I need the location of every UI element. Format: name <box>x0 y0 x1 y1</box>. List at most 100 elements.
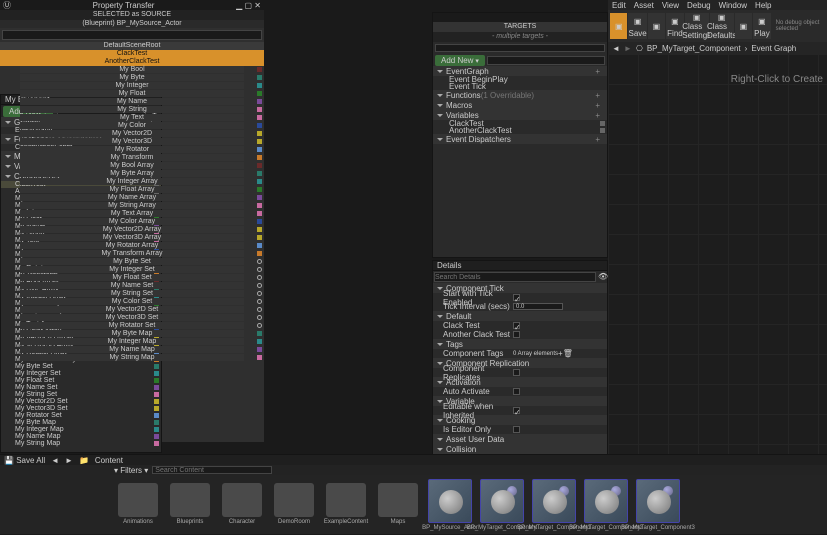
transfer-item[interactable]: My Integer Set <box>20 266 244 273</box>
transfer-item[interactable]: My Integer Map <box>20 338 244 345</box>
transfer-item[interactable]: My Color Set <box>20 298 244 305</box>
transfer-item[interactable]: My Float <box>20 90 244 97</box>
toolbar-simulation[interactable]: ▣ <box>735 13 752 39</box>
details-search[interactable] <box>434 272 596 282</box>
details-group-collision[interactable]: Collision <box>433 444 607 454</box>
variable-row[interactable]: My Byte Set <box>1 363 161 370</box>
transfer-item[interactable]: My Name Set <box>20 282 244 289</box>
variable-row[interactable]: My Float Set <box>1 377 161 384</box>
transfer-item[interactable]: My String Array <box>20 202 244 209</box>
menu-help[interactable]: Help <box>755 1 771 10</box>
target-section-event-dispatchers[interactable]: Event Dispatchers+ <box>433 134 607 144</box>
variable-row[interactable]: My Rotator Set <box>1 412 161 419</box>
transfer-item[interactable]: My Byte <box>20 74 244 81</box>
asset-item[interactable]: BP_MyTarget_Component3 <box>634 479 682 531</box>
target-section-functions[interactable]: Functions (1 Overridable)+ <box>433 90 607 100</box>
transfer-item[interactable]: My Vector2D Array <box>20 226 244 233</box>
transfer-group[interactable]: DefaultSceneRoot <box>0 42 264 50</box>
breadcrumb-graph[interactable]: Event Graph <box>751 44 796 53</box>
content-path[interactable]: Content <box>95 456 123 465</box>
path-fwd-icon[interactable]: ► <box>65 456 73 465</box>
toolbar-browse[interactable]: ▣ <box>648 13 665 39</box>
folder-demoroom[interactable]: DemoRoom <box>270 479 318 531</box>
fwd-icon[interactable]: ► <box>624 44 632 53</box>
details-group-tags[interactable]: Tags <box>433 339 607 349</box>
transfer-item[interactable]: My Text Array <box>20 210 244 217</box>
maximize-icon[interactable]: ▢ <box>244 1 252 10</box>
transfer-item[interactable]: My Vector2D <box>20 130 244 137</box>
eye-icon[interactable]: 👁 <box>598 272 606 280</box>
transfer-item[interactable]: My Vector3D Array <box>20 234 244 241</box>
transfer-item[interactable]: My Transform Array <box>20 250 244 257</box>
folder-examplecontent[interactable]: ExampleContent <box>322 479 370 531</box>
transfer-item[interactable]: My Vector3D Set <box>20 314 244 321</box>
target-item[interactable]: AnotherClackTest <box>433 127 607 134</box>
folder-animations[interactable]: Animations <box>114 479 162 531</box>
transfer-item[interactable]: My Bool Array <box>20 162 244 169</box>
variable-row[interactable]: My String Map <box>1 440 161 447</box>
variable-row[interactable]: My Vector3D Set <box>1 405 161 412</box>
target-search[interactable] <box>435 44 605 52</box>
target-section-macros[interactable]: Macros+ <box>433 100 607 110</box>
asset-item[interactable]: BP_MySource_Actor <box>426 479 474 531</box>
transfer-item[interactable]: My Integer <box>20 82 244 89</box>
back-icon[interactable]: ◄ <box>612 44 620 53</box>
toolbar-find[interactable]: ▣Find <box>666 13 683 39</box>
transfer-group[interactable]: AnotherClackTest <box>0 58 264 66</box>
variable-row[interactable]: My Integer Map <box>1 426 161 433</box>
dropdown[interactable]: 0.0 <box>513 303 563 310</box>
checkbox[interactable] <box>513 426 520 433</box>
variable-row[interactable]: My Byte Map <box>1 419 161 426</box>
transfer-item[interactable]: My Name Map <box>20 346 244 353</box>
transfer-item[interactable]: My Float Set <box>20 274 244 281</box>
details-group-default[interactable]: Default <box>433 311 607 321</box>
variable-row[interactable]: My Vector2D Set <box>1 398 161 405</box>
transfer-item[interactable]: My Color Array <box>20 218 244 225</box>
toolbar-class-defaults[interactable]: ▣Class Defaults <box>710 13 734 39</box>
transfer-item[interactable]: My String Map <box>20 354 244 361</box>
menu-edit[interactable]: Edit <box>612 1 626 10</box>
transfer-item[interactable]: My Integer Array <box>20 178 244 185</box>
transfer-item[interactable]: My Text <box>20 114 244 121</box>
transfer-item[interactable]: My Rotator Set <box>20 322 244 329</box>
filters-button[interactable]: ▾ Filters ▾ <box>114 466 148 475</box>
transfer-group[interactable]: ClackTest <box>0 50 264 58</box>
details-tab[interactable]: Details <box>433 261 607 271</box>
details-group-activation[interactable]: Activation <box>433 377 607 387</box>
toolbar-play[interactable]: ▣Play <box>753 13 770 39</box>
menu-asset[interactable]: Asset <box>634 1 654 10</box>
close-icon[interactable]: ✕ <box>254 1 261 10</box>
menu-window[interactable]: Window <box>719 1 747 10</box>
transfer-item[interactable]: My Name Array <box>20 194 244 201</box>
content-search[interactable] <box>152 466 272 474</box>
target-filter-search[interactable] <box>487 56 605 65</box>
checkbox[interactable]: ✓ <box>513 407 520 414</box>
transfer-item[interactable]: My String <box>20 106 244 113</box>
toolbar-class-settings[interactable]: ▣Class Settings <box>685 13 709 39</box>
toolbar-compile[interactable]: ▣ <box>610 13 627 39</box>
transfer-item[interactable]: My Name <box>20 98 244 105</box>
transfer-item[interactable]: My Vector2D Set <box>20 306 244 313</box>
checkbox[interactable]: ✓ <box>513 294 520 301</box>
minimize-icon[interactable]: ▁ <box>236 1 242 10</box>
checkbox[interactable] <box>513 369 520 376</box>
transfer-item[interactable]: My Rotator Array <box>20 242 244 249</box>
transfer-item[interactable]: My Rotator <box>20 146 244 153</box>
variable-row[interactable]: My Integer Set <box>1 370 161 377</box>
details-group-asset-user-data[interactable]: Asset User Data <box>433 434 607 444</box>
transfer-item[interactable]: My String Set <box>20 290 244 297</box>
checkbox[interactable] <box>513 331 520 338</box>
checkbox[interactable]: ✓ <box>513 322 520 329</box>
folder-character[interactable]: Character <box>218 479 266 531</box>
variable-row[interactable]: My Name Map <box>1 433 161 440</box>
transfer-item[interactable]: My Bool <box>20 66 244 73</box>
toolbar-save[interactable]: ▣Save <box>628 13 646 39</box>
clear-icon[interactable]: 🗑 <box>563 349 573 358</box>
transfer-item[interactable]: My Transform <box>20 154 244 161</box>
checkbox[interactable] <box>513 388 520 395</box>
graph-canvas[interactable]: Right-Click to Create <box>608 54 827 454</box>
target-add-new-button[interactable]: Add New ▾ <box>435 55 485 66</box>
menu-view[interactable]: View <box>662 1 679 10</box>
folder-blueprints[interactable]: Blueprints <box>166 479 214 531</box>
transfer-item[interactable]: My Float Array <box>20 186 244 193</box>
